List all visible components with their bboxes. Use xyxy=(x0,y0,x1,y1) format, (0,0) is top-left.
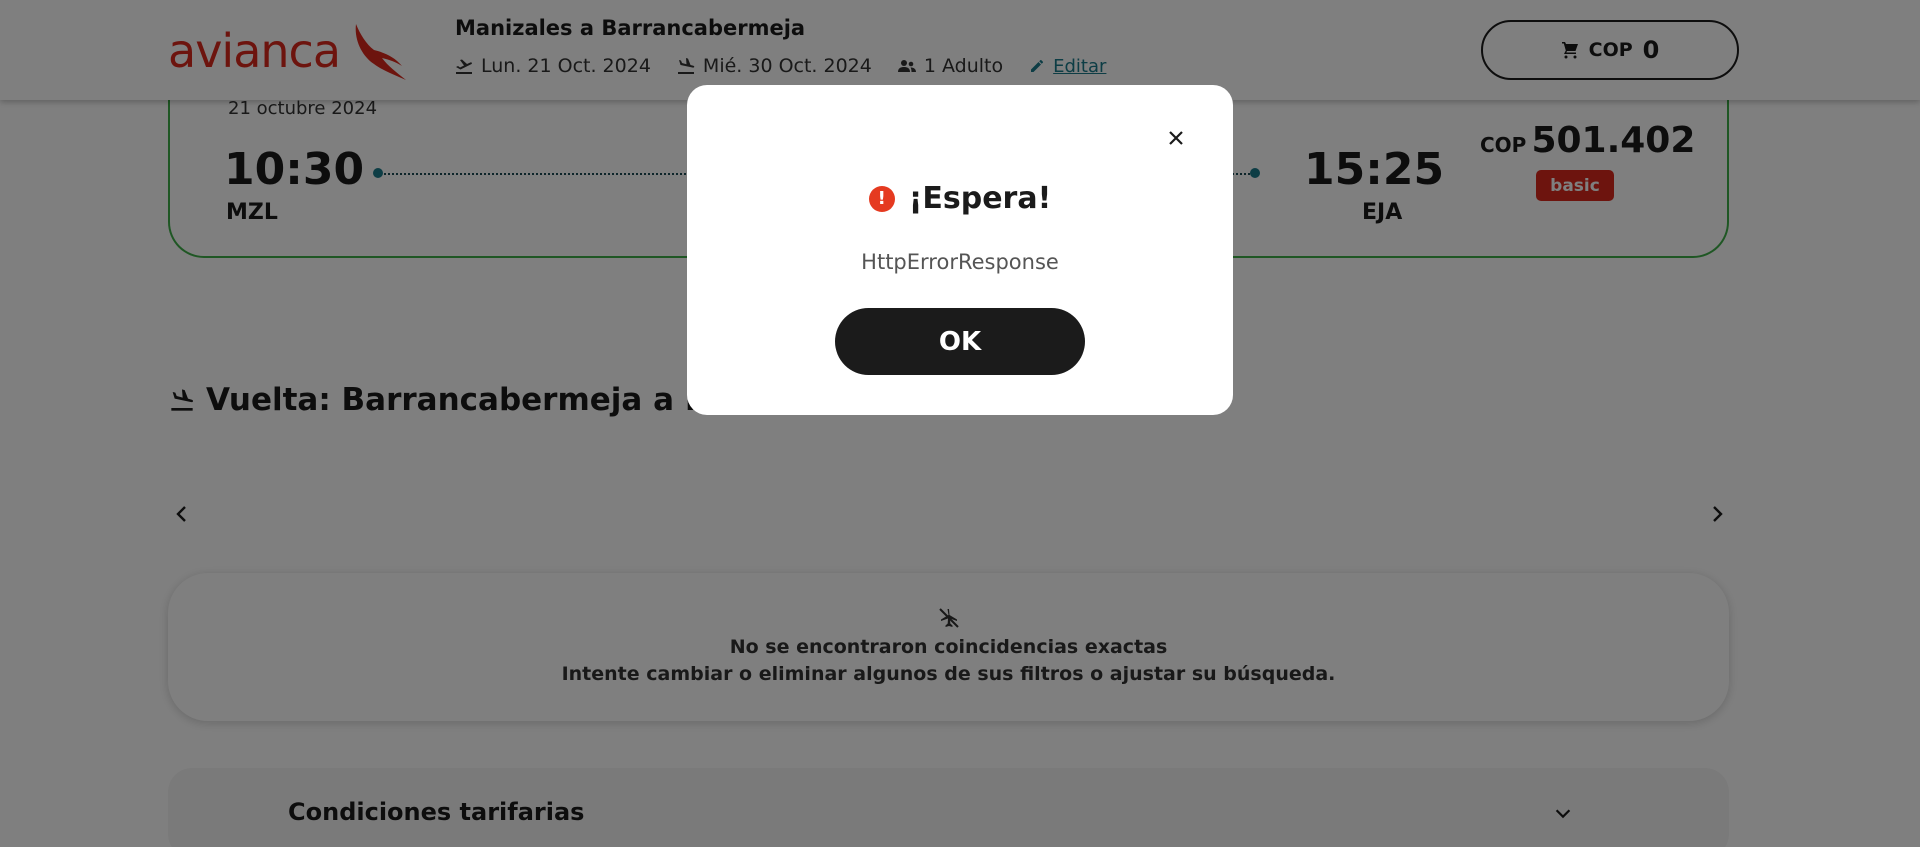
alert-circle-icon: ! xyxy=(868,185,895,212)
close-icon xyxy=(1169,131,1183,145)
close-button[interactable] xyxy=(1165,127,1187,149)
error-dialog: ! ¡Espera! HttpErrorResponse OK xyxy=(687,85,1233,415)
dialog-title: ! ¡Espera! xyxy=(687,181,1233,216)
dialog-title-text: ¡Espera! xyxy=(908,181,1052,216)
dialog-message: HttpErrorResponse xyxy=(861,250,1059,274)
ok-button[interactable]: OK xyxy=(835,308,1085,375)
